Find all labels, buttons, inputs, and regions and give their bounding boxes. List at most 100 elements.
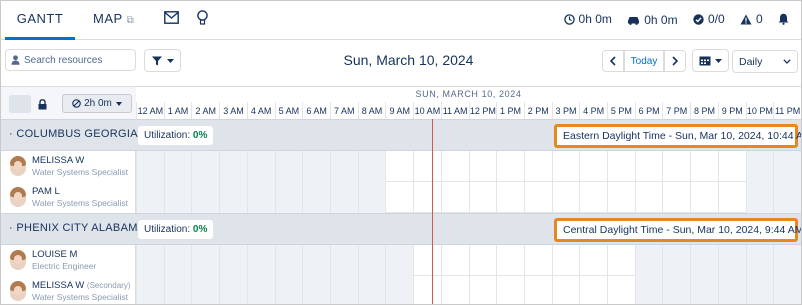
- timeline-cell[interactable]: [219, 245, 247, 276]
- timeline-cell[interactable]: [551, 276, 580, 304]
- timeline-grid[interactable]: [136, 245, 801, 276]
- resource-cell[interactable]: LOUISE M Electric Engineer: [1, 245, 136, 276]
- timeline-cell[interactable]: [191, 276, 220, 304]
- timeline-cell[interactable]: [468, 245, 497, 276]
- timeline-cell[interactable]: [274, 151, 303, 182]
- timeline-cell[interactable]: [385, 151, 413, 182]
- timeline-cell[interactable]: [329, 151, 358, 182]
- timeline-cell[interactable]: [413, 182, 441, 213]
- group-row[interactable]: · COLUMBUS GEORGIA Utilization: 0% Easte…: [1, 119, 801, 151]
- resource-cell[interactable]: PAM L Water Systems Specialist: [1, 182, 136, 213]
- timeline-cell[interactable]: [607, 182, 635, 213]
- timeline-grid[interactable]: [136, 276, 801, 304]
- timeline-cell[interactable]: [357, 151, 386, 182]
- timeline-cell[interactable]: [440, 245, 469, 276]
- timeline-cell[interactable]: [413, 276, 441, 304]
- timeline-cell[interactable]: [329, 276, 358, 304]
- resource-cell[interactable]: MELISSA W Water Systems Specialist: [1, 151, 136, 182]
- tab-map[interactable]: MAP ⧉: [93, 1, 134, 37]
- timeline-cell[interactable]: [246, 182, 275, 213]
- timeline-cell[interactable]: [579, 276, 607, 304]
- previous-day-button[interactable]: [602, 50, 624, 72]
- timeline-cell[interactable]: [773, 182, 801, 213]
- resource-row[interactable]: MELISSA W Water Systems Specialist: [1, 151, 801, 182]
- timeline-cell[interactable]: [329, 182, 358, 213]
- timeline-cell[interactable]: [662, 276, 691, 304]
- timeline-cell[interactable]: [496, 182, 524, 213]
- timeline-cell[interactable]: [690, 276, 718, 304]
- timeline-cell[interactable]: [607, 276, 635, 304]
- timeline-cell[interactable]: [717, 245, 746, 276]
- timeline-cell[interactable]: [523, 182, 552, 213]
- timeline-cell[interactable]: [745, 276, 774, 304]
- timeline-cell[interactable]: [662, 245, 691, 276]
- timeline-cell[interactable]: [468, 151, 497, 182]
- timeline-cell[interactable]: [690, 245, 718, 276]
- timeline-cell[interactable]: [717, 151, 746, 182]
- timeline-cell[interactable]: [745, 151, 774, 182]
- timeline-cell[interactable]: [413, 151, 441, 182]
- timeline-cell[interactable]: [579, 151, 607, 182]
- timeline-cell[interactable]: [551, 151, 580, 182]
- timeline-cell[interactable]: [440, 151, 469, 182]
- today-button[interactable]: Today: [624, 50, 664, 72]
- group-row[interactable]: · PHENIX CITY ALABAMA Utilization: 0% Ce…: [1, 213, 801, 245]
- timeline-cell[interactable]: [634, 151, 663, 182]
- select-all-toggle[interactable]: [9, 95, 31, 113]
- timeline-cell[interactable]: [745, 245, 774, 276]
- timeline-cell[interactable]: [329, 245, 358, 276]
- timeline-cell[interactable]: [717, 182, 746, 213]
- timeline-cell[interactable]: [385, 182, 413, 213]
- timeline-cell[interactable]: [246, 276, 275, 304]
- timeline-cell[interactable]: [274, 245, 303, 276]
- timeline-cell[interactable]: [413, 245, 441, 276]
- timeline-cell[interactable]: [717, 276, 746, 304]
- timeline-cell[interactable]: [607, 151, 635, 182]
- timeline-cell[interactable]: [579, 182, 607, 213]
- timeline-cell[interactable]: [634, 276, 663, 304]
- timeline-cell[interactable]: [136, 276, 164, 304]
- resource-cell[interactable]: MELISSA W (Secondary) Water Systems Spec…: [1, 276, 136, 304]
- timeline-cell[interactable]: [357, 276, 386, 304]
- timeline-cell[interactable]: [163, 276, 192, 304]
- timeline-cell[interactable]: [551, 245, 580, 276]
- timeline-cell[interactable]: [219, 182, 247, 213]
- timeline-cell[interactable]: [634, 245, 663, 276]
- timeline-cell[interactable]: [163, 182, 192, 213]
- timeline-cell[interactable]: [219, 151, 247, 182]
- timeline-cell[interactable]: [634, 182, 663, 213]
- timeline-cell[interactable]: [745, 182, 774, 213]
- timeline-cell[interactable]: [357, 182, 386, 213]
- timeline-cell[interactable]: [191, 182, 220, 213]
- timeline-cell[interactable]: [523, 151, 552, 182]
- timeline-cell[interactable]: [773, 151, 801, 182]
- mail-icon[interactable]: [164, 11, 179, 29]
- resource-row[interactable]: LOUISE M Electric Engineer: [1, 245, 801, 276]
- timeline-cell[interactable]: [219, 276, 247, 304]
- search-input[interactable]: [24, 52, 132, 68]
- bell-icon[interactable]: [778, 13, 793, 25]
- resource-row[interactable]: MELISSA W (Secondary) Water Systems Spec…: [1, 276, 801, 304]
- timeline-cell[interactable]: [163, 151, 192, 182]
- timeline-cell[interactable]: [773, 276, 801, 304]
- timeline-cell[interactable]: [274, 276, 303, 304]
- filter-button[interactable]: [144, 49, 181, 72]
- timeline-cell[interactable]: [385, 245, 414, 276]
- timeline-cell[interactable]: [523, 245, 552, 276]
- timeline-cell[interactable]: [136, 151, 164, 182]
- timeline-cell[interactable]: [690, 151, 718, 182]
- timeline-cell[interactable]: [523, 276, 552, 304]
- timeline-cell[interactable]: [496, 276, 524, 304]
- timeline-cell[interactable]: [136, 245, 164, 276]
- duration-select[interactable]: 2h 0m: [62, 94, 132, 113]
- timeline-grid[interactable]: [136, 151, 801, 182]
- timeline-cell[interactable]: [440, 276, 469, 304]
- timeline-cell[interactable]: [302, 276, 330, 304]
- timeline-cell[interactable]: [496, 151, 524, 182]
- timeline-cell[interactable]: [385, 276, 414, 304]
- timeline-cell[interactable]: [551, 182, 580, 213]
- timeline-cell[interactable]: [662, 151, 690, 182]
- timeline-cell[interactable]: [440, 182, 469, 213]
- timeline-cell[interactable]: [579, 245, 607, 276]
- calendar-button[interactable]: [692, 49, 729, 72]
